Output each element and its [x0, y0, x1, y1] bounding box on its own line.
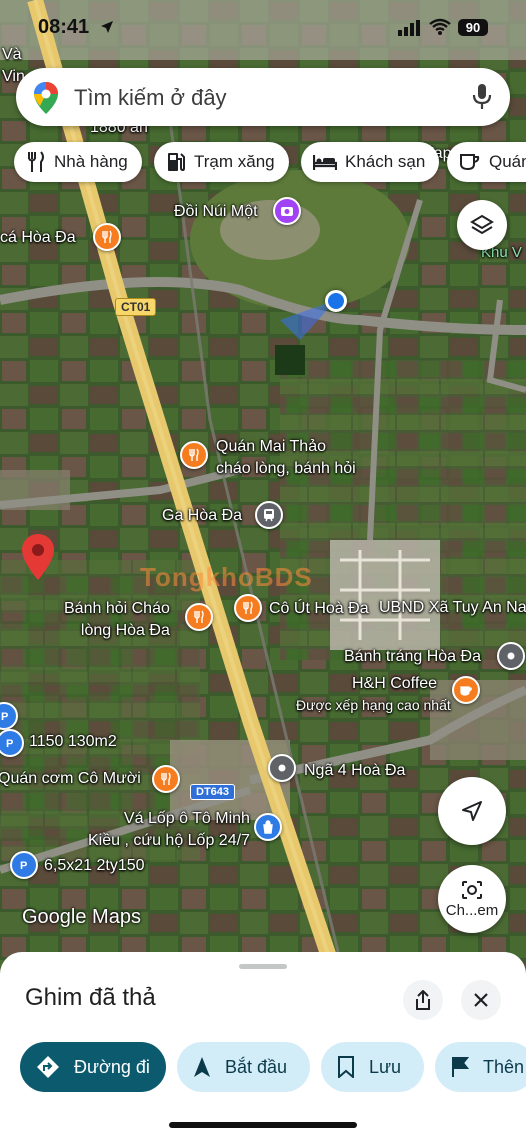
svg-text:P: P	[6, 738, 13, 750]
restaurant-pin-icon[interactable]	[152, 765, 180, 793]
chip-label: Nhà hàng	[54, 152, 128, 171]
photo-spot-icon[interactable]	[273, 197, 301, 225]
restaurant-pin-icon[interactable]	[185, 603, 213, 631]
coffee-cup-icon	[460, 154, 480, 171]
directions-icon	[37, 1056, 59, 1078]
share-icon	[416, 990, 430, 1010]
chip-gas-stations[interactable]: Trạm xăng	[154, 142, 289, 182]
restaurant-pin-icon[interactable]	[234, 594, 262, 622]
search-input[interactable]: Tìm kiếm ở đây	[74, 85, 227, 111]
place-label-quan-mai-thao[interactable]: Quán Mai Thảo cháo lòng, bánh hỏi	[216, 436, 356, 480]
chip-hotels[interactable]: Khách sạn	[301, 142, 440, 182]
chip-label: Trạm xăng	[194, 152, 275, 171]
place-label-hh-coffee-rating: Được xếp hạng cao nhất	[296, 697, 451, 713]
place-pin-icon[interactable]	[497, 642, 525, 670]
close-icon	[474, 993, 488, 1007]
google-maps-logo: Google Maps	[22, 906, 141, 928]
place-label-ubnd[interactable]: UBND Xã Tuy An Na	[379, 598, 526, 618]
place-label-quan-com[interactable]: Quán cơm Cô Mười	[0, 769, 141, 789]
place-label-ga-hoa-da[interactable]: Ga Hòa Đa	[162, 506, 242, 526]
sheet-drag-handle[interactable]	[239, 964, 287, 969]
wifi-icon	[429, 18, 451, 35]
directions-button[interactable]: Đường đi	[20, 1042, 166, 1092]
action-label: Đường đi	[74, 1056, 150, 1077]
place-label-nga4[interactable]: Ngã 4 Hoà Đa	[304, 761, 405, 781]
svg-text:P: P	[20, 860, 27, 872]
road-shield-dt643: DT643	[190, 784, 236, 800]
place-label-doi-nui-mot[interactable]: Đồi Núi Một	[174, 202, 258, 222]
place-label-ca-hoa-da[interactable]: cá Hòa Đa	[0, 228, 76, 248]
restaurant-pin-icon[interactable]	[93, 223, 121, 251]
location-arrow-icon	[101, 21, 113, 33]
flag-icon	[452, 1057, 469, 1077]
bed-icon	[313, 155, 337, 170]
road-shield-ct01: CT01	[115, 298, 157, 316]
action-label: Bắt đầu	[225, 1056, 288, 1077]
bottom-sheet[interactable]: Ghim đã thả Đường đi Bắt đầu Lưu Thên	[0, 952, 526, 1138]
restaurant-pin-icon[interactable]	[180, 441, 208, 469]
place-label-va-lop[interactable]: Vá Lốp ô Tô Minh Kiều , cứu hộ Lốp 24/7	[88, 808, 250, 852]
svg-text:P: P	[1, 711, 8, 723]
save-button[interactable]: Lưu	[321, 1042, 424, 1092]
microphone-icon[interactable]	[472, 84, 492, 110]
close-button[interactable]	[461, 980, 501, 1020]
chip-cafes[interactable]: Quán	[447, 142, 526, 182]
parking-pin-icon[interactable]: P	[10, 851, 38, 879]
navigation-arrow-icon	[194, 1057, 210, 1077]
layers-icon	[470, 214, 494, 235]
action-label: Thên	[483, 1056, 525, 1077]
dropped-pin-icon[interactable]	[22, 534, 54, 580]
status-bar: 08:41 90	[0, 0, 526, 52]
home-indicator[interactable]	[169, 1122, 357, 1128]
navigation-arrow-icon	[462, 801, 482, 821]
place-label-hh-coffee[interactable]: H&H Coffee	[352, 674, 437, 694]
watermark: TongkhoBDS	[140, 562, 313, 592]
cellular-signal-icon	[398, 20, 420, 36]
chip-label: Khách sạn	[345, 152, 426, 171]
sheet-title: Ghim đã thả	[25, 984, 156, 1011]
status-time: 08:41	[38, 16, 90, 38]
train-station-icon[interactable]	[255, 501, 283, 529]
place-label-banh-trang[interactable]: Bánh tráng Hòa Đa	[344, 647, 481, 667]
start-button[interactable]: Bắt đầu	[177, 1042, 310, 1092]
camera-lens-icon	[462, 881, 482, 899]
google-maps-pin-icon	[34, 82, 58, 114]
current-location-dot	[325, 290, 347, 312]
chip-restaurants[interactable]: Nhà hàng	[14, 142, 142, 182]
fork-knife-icon	[28, 151, 44, 172]
gas-station-icon	[168, 153, 185, 172]
add-label-button[interactable]: Thên	[435, 1042, 526, 1092]
place-label-banh-hoi-chao[interactable]: Bánh hỏi Cháo lòng Hòa Đa	[64, 598, 170, 642]
layers-button[interactable]	[457, 200, 507, 250]
lens-label: Ch...em	[445, 902, 499, 919]
shopping-pin-icon[interactable]	[254, 813, 282, 841]
chip-label: Quán	[489, 152, 526, 171]
place-label-co-ut[interactable]: Cô Út Hoà Đa	[269, 599, 369, 619]
search-bar[interactable]: Tìm kiếm ở đây	[16, 68, 510, 126]
battery-icon: 90	[458, 19, 488, 36]
my-location-button[interactable]	[438, 777, 506, 845]
place-pin-icon[interactable]	[268, 754, 296, 782]
share-button[interactable]	[403, 980, 443, 1020]
place-label-6-5x21[interactable]: 6,5x21 2ty150	[44, 856, 145, 876]
coffee-pin-icon[interactable]	[452, 676, 480, 704]
place-label-1150[interactable]: 1150 130m2	[29, 732, 117, 752]
bookmark-icon	[338, 1056, 354, 1078]
action-label: Lưu	[369, 1056, 402, 1077]
lens-button[interactable]: Ch...em	[438, 865, 506, 933]
